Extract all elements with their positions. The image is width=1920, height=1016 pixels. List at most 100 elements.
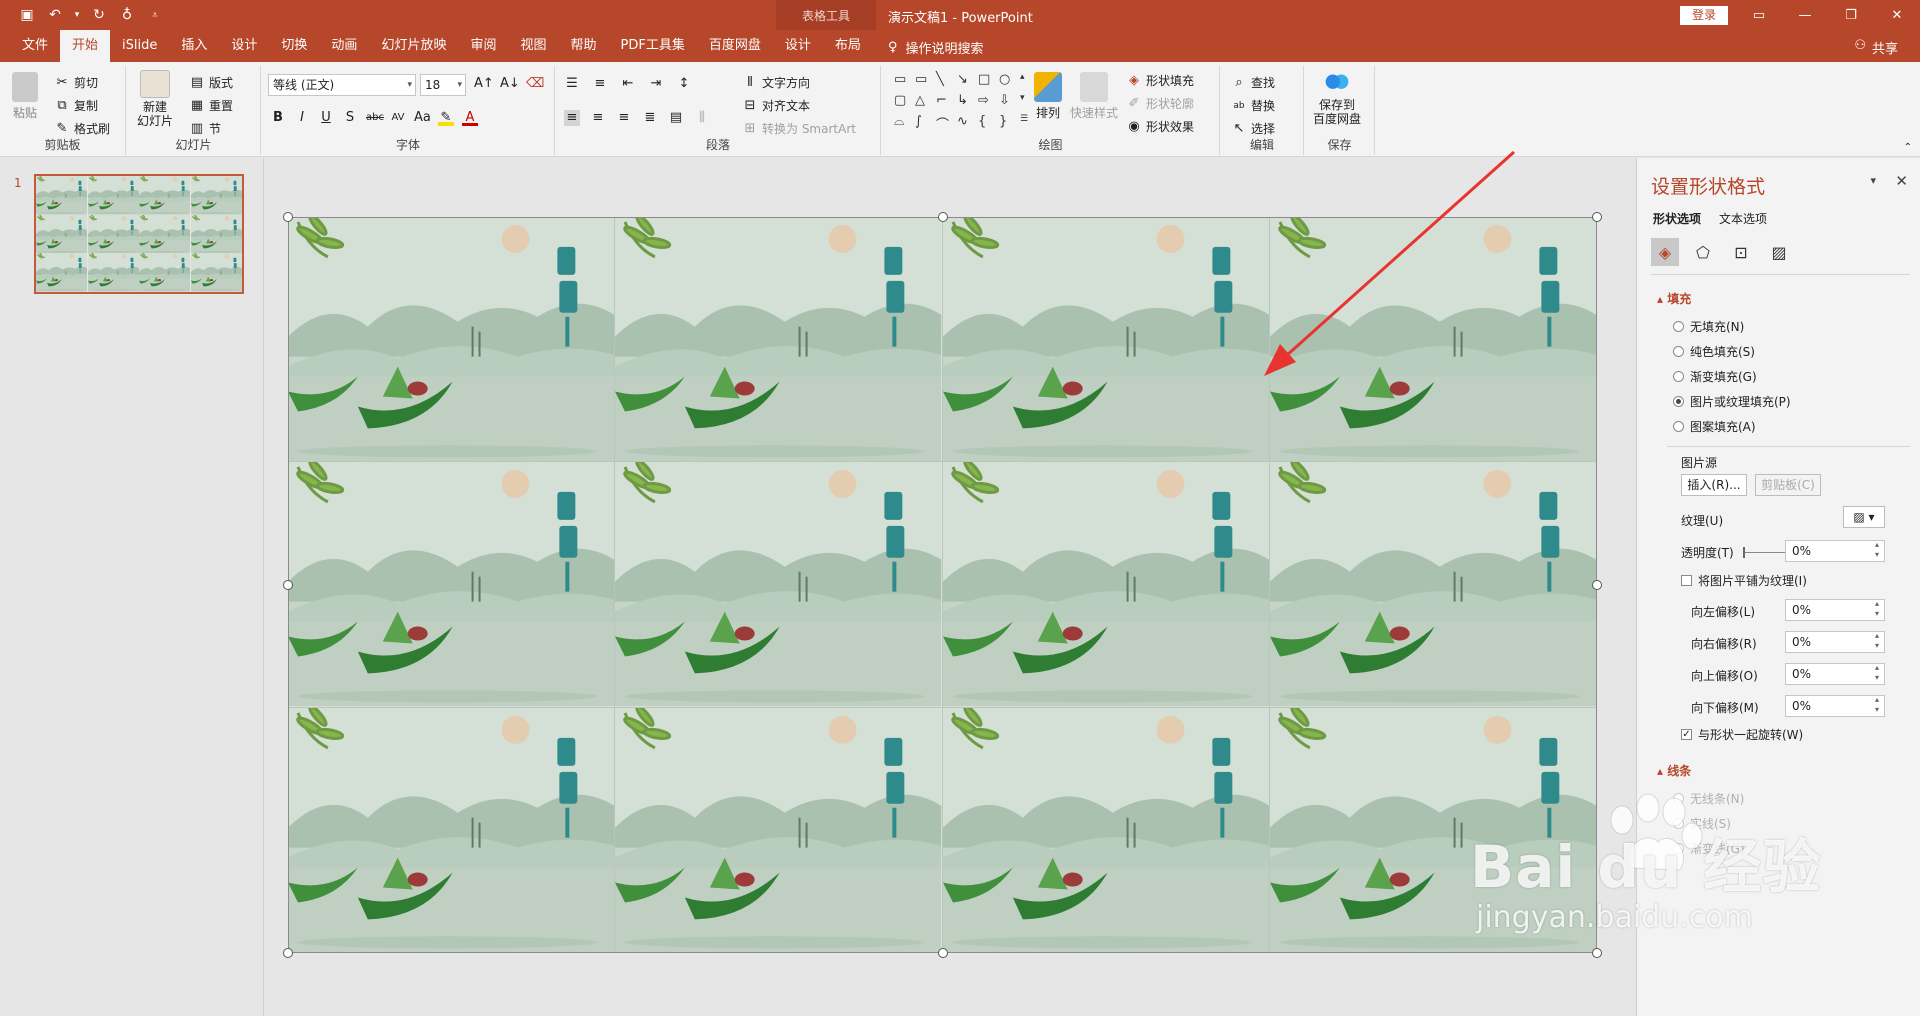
- share-button[interactable]: ⚇ 共享: [1854, 38, 1898, 57]
- resize-handle[interactable]: [283, 948, 293, 958]
- elbow-shape-icon[interactable]: ↳: [957, 93, 975, 113]
- fill-line-icon[interactable]: ◈: [1651, 238, 1679, 266]
- tab-10[interactable]: 帮助: [558, 30, 608, 62]
- transparency-input[interactable]: 0%: [1785, 540, 1885, 562]
- tab-text-options[interactable]: 文本选项: [1719, 210, 1767, 227]
- underline-icon[interactable]: U: [318, 110, 334, 126]
- tab-12[interactable]: 百度网盘: [697, 30, 773, 62]
- slide-table[interactable]: [288, 217, 1597, 953]
- maximize-icon[interactable]: ❐: [1828, 0, 1874, 30]
- shape-fill-button[interactable]: ◈ 形状填充: [1126, 72, 1194, 89]
- offset-up-input[interactable]: 0%: [1785, 663, 1885, 685]
- tab-5[interactable]: 切换: [269, 30, 319, 62]
- customize-qat-icon[interactable]: ⩡: [144, 4, 166, 26]
- section-button[interactable]: ▥ 节: [189, 120, 221, 137]
- line-shape-icon[interactable]: ╲: [936, 72, 954, 92]
- text-direction-button[interactable]: ⫴ 文字方向: [742, 74, 810, 91]
- table-cell[interactable]: [1269, 217, 1597, 463]
- bold-icon[interactable]: B: [270, 110, 286, 126]
- offset-right-input[interactable]: 0%: [1785, 631, 1885, 653]
- columns-icon[interactable]: ⫼: [694, 110, 710, 126]
- tab-13[interactable]: 设计: [773, 30, 823, 62]
- resize-handle[interactable]: [1592, 948, 1602, 958]
- rotate-checkbox-box[interactable]: ✓: [1681, 729, 1692, 740]
- grow-font-icon[interactable]: A↑: [474, 76, 494, 92]
- arrange-button[interactable]: 排列: [1034, 72, 1062, 121]
- arc-shape-icon[interactable]: ⌒: [936, 114, 954, 134]
- resize-handle[interactable]: [937, 212, 948, 222]
- textbox-v-shape-icon[interactable]: ▭: [915, 72, 933, 92]
- tell-me-search[interactable]: ♀ 操作说明搜索: [888, 38, 984, 57]
- fill-option-1[interactable]: 纯色填充(S): [1673, 343, 1755, 360]
- tab-11[interactable]: PDF工具集: [609, 30, 697, 62]
- fill-section-header[interactable]: ▴ 填充: [1657, 290, 1691, 307]
- rotate-with-shape-checkbox[interactable]: ✓ 与形状一起旋转(W): [1681, 726, 1803, 743]
- new-slide-button[interactable]: 新建 幻灯片: [137, 70, 173, 128]
- table-cell[interactable]: [942, 462, 1270, 708]
- triangle-shape-icon[interactable]: △: [915, 93, 933, 113]
- save-icon[interactable]: ▣: [16, 4, 38, 26]
- tab-shape-options[interactable]: 形状选项: [1653, 210, 1701, 227]
- rounded-rect-shape-icon[interactable]: ▢: [894, 93, 912, 113]
- fill-option-2[interactable]: 渐变填充(G): [1673, 368, 1757, 385]
- tile-checkbox-box[interactable]: [1681, 575, 1692, 586]
- table-cell[interactable]: [942, 217, 1270, 463]
- numbering-icon[interactable]: ≡: [592, 76, 608, 92]
- table-cell[interactable]: [288, 217, 616, 463]
- bullets-icon[interactable]: ☰: [564, 76, 580, 92]
- copy-button[interactable]: ⧉ 复制: [54, 97, 98, 114]
- clipboard-picture-button[interactable]: 剪贴板(C): [1755, 474, 1821, 496]
- size-properties-icon[interactable]: ⊡: [1727, 238, 1755, 266]
- resize-handle[interactable]: [283, 580, 293, 590]
- down-arrow-shape-icon[interactable]: ⇩: [999, 93, 1017, 113]
- line-section-header[interactable]: ▴ 线条: [1657, 762, 1691, 779]
- texture-picker[interactable]: ▨ ▾: [1843, 506, 1885, 528]
- redo-icon[interactable]: ↻: [88, 4, 110, 26]
- textbox-shape-icon[interactable]: ▭: [894, 72, 912, 92]
- rectangle-shape-icon[interactable]: □: [978, 72, 996, 92]
- pane-close-icon[interactable]: ✕: [1895, 172, 1908, 190]
- offset-down-input[interactable]: 0%: [1785, 695, 1885, 717]
- collapse-ribbon-icon[interactable]: ⌃: [1904, 142, 1912, 153]
- tab-8[interactable]: 审阅: [458, 30, 508, 62]
- dropdown-icon[interactable]: ▾: [72, 4, 82, 26]
- table-cell[interactable]: [615, 462, 943, 708]
- replace-button[interactable]: ab 替换: [1231, 97, 1275, 114]
- resize-handle[interactable]: [1592, 580, 1602, 590]
- table-cell[interactable]: [942, 707, 1270, 953]
- tab-6[interactable]: 动画: [319, 30, 369, 62]
- smartart-button[interactable]: ⊞ 转换为 SmartArt: [742, 120, 856, 137]
- connector-shape-icon[interactable]: ⌐: [936, 93, 954, 113]
- align-text-button[interactable]: ⊟ 对齐文本: [742, 97, 810, 114]
- right-arrow-shape-icon[interactable]: ⇨: [978, 93, 996, 113]
- close-icon[interactable]: ✕: [1874, 0, 1920, 30]
- tab-1[interactable]: 开始: [60, 30, 111, 62]
- highlight-icon[interactable]: ✎: [438, 110, 454, 126]
- tab-14[interactable]: 布局: [823, 30, 873, 62]
- freeform-shape-icon[interactable]: ⌓: [894, 114, 912, 134]
- offset-left-input[interactable]: 0%: [1785, 599, 1885, 621]
- shapes-gallery[interactable]: ▭ ▭ ╲ ↘ □ ○ ▴ ▢ △ ⌐ ↳ ⇨ ⇩ ▾ ⌓ ∫ ⌒ ∿{} ☰: [894, 72, 1038, 134]
- slide-thumbnail[interactable]: [34, 174, 244, 294]
- undo-icon[interactable]: ↶: [44, 4, 66, 26]
- spacing-icon[interactable]: AV: [390, 110, 406, 126]
- radio-dot[interactable]: [1673, 346, 1684, 357]
- tab-3[interactable]: 插入: [169, 30, 219, 62]
- font-name-select[interactable]: 等线 (正文) ▾: [268, 74, 416, 96]
- quick-styles-button[interactable]: 快速样式: [1070, 72, 1118, 121]
- align-center-icon[interactable]: ≡: [590, 110, 606, 126]
- login-button[interactable]: 登录: [1680, 6, 1728, 25]
- ribbon-display-icon[interactable]: ▭: [1736, 0, 1782, 30]
- clear-format-icon[interactable]: ⌫: [526, 76, 544, 92]
- italic-icon[interactable]: I: [294, 110, 310, 126]
- radio-dot[interactable]: [1673, 396, 1684, 407]
- save-to-baidu-button[interactable]: 保存到 百度网盘: [1313, 70, 1361, 126]
- curve-shape-icon[interactable]: ∫: [915, 114, 933, 134]
- strikethrough-icon[interactable]: abc: [366, 110, 384, 126]
- tab-2[interactable]: iSlide: [110, 30, 169, 62]
- tab-9[interactable]: 视图: [508, 30, 558, 62]
- format-painter-button[interactable]: ✎ 格式刷: [54, 120, 110, 137]
- distribute-icon[interactable]: ▤: [668, 110, 684, 126]
- brace-shape-icon[interactable]: {: [978, 114, 996, 134]
- font-size-select[interactable]: 18 ▾: [420, 74, 466, 96]
